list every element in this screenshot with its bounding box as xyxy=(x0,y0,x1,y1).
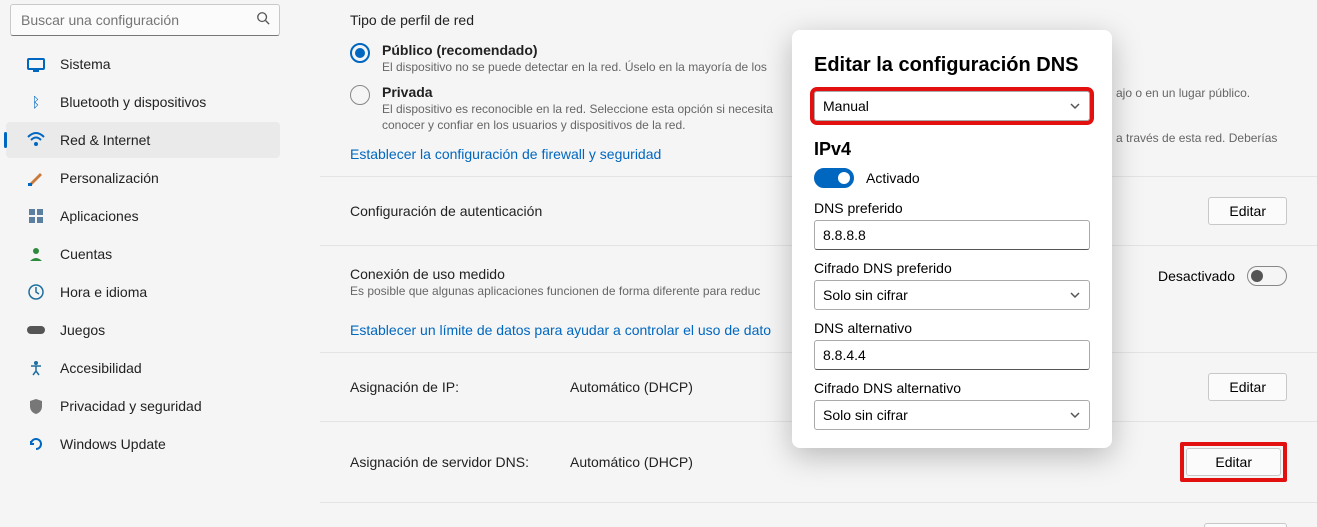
sidebar-item-hora-idioma[interactable]: Hora e idioma xyxy=(6,274,280,310)
chevron-down-icon xyxy=(1069,289,1081,301)
bluetooth-icon: ᛒ xyxy=(26,92,46,112)
dns-edit-highlight: Editar xyxy=(1180,442,1287,482)
nav-label: Privacidad y seguridad xyxy=(60,398,202,414)
nav-label: Bluetooth y dispositivos xyxy=(60,94,206,110)
dns-mode-value: Manual xyxy=(823,98,869,114)
ipv4-header: IPv4 xyxy=(814,139,1090,160)
dns-dialog: Editar la configuración DNS Manual IPv4 … xyxy=(792,30,1112,448)
ipv4-toggle[interactable] xyxy=(814,168,854,188)
alt-enc-value: Solo sin cifrar xyxy=(823,407,908,423)
nav-label: Aplicaciones xyxy=(60,208,139,224)
metered-toggle[interactable] xyxy=(1247,266,1287,286)
nav-label: Windows Update xyxy=(60,436,166,452)
dns-value: Automático (DHCP) xyxy=(570,454,1180,470)
apps-icon xyxy=(26,206,46,226)
brush-icon xyxy=(26,168,46,188)
sidebar-item-sistema[interactable]: Sistema xyxy=(6,46,280,82)
pref-dns-label: DNS preferido xyxy=(814,200,1090,216)
ipv4-state: Activado xyxy=(866,170,920,186)
chevron-down-icon xyxy=(1069,100,1081,112)
alt-dns-input[interactable] xyxy=(814,340,1090,370)
nav-label: Hora e idioma xyxy=(60,284,147,300)
clock-globe-icon xyxy=(26,282,46,302)
sidebar-item-personalizacion[interactable]: Personalización xyxy=(6,160,280,196)
gamepad-icon xyxy=(26,320,46,340)
dns-label: Asignación de servidor DNS: xyxy=(350,454,570,470)
shield-icon xyxy=(26,396,46,416)
sidebar-item-privacidad[interactable]: Privacidad y seguridad xyxy=(6,388,280,424)
radio-private[interactable] xyxy=(350,85,370,105)
sidebar-item-aplicaciones[interactable]: Aplicaciones xyxy=(6,198,280,234)
dns-mode-select[interactable]: Manual xyxy=(814,91,1090,121)
ip-label: Asignación de IP: xyxy=(350,379,570,395)
accessibility-icon xyxy=(26,358,46,378)
search-box[interactable] xyxy=(10,4,280,36)
sidebar-item-red-internet[interactable]: Red & Internet xyxy=(6,122,280,158)
ip-edit-button[interactable]: Editar xyxy=(1208,373,1287,401)
person-icon xyxy=(26,244,46,264)
chevron-down-icon xyxy=(1069,409,1081,421)
pref-enc-select[interactable]: Solo sin cifrar xyxy=(814,280,1090,310)
alt-enc-select[interactable]: Solo sin cifrar xyxy=(814,400,1090,430)
alt-enc-label: Cifrado DNS alternativo xyxy=(814,380,1090,396)
pref-enc-label: Cifrado DNS preferido xyxy=(814,260,1090,276)
sidebar: Sistema ᛒ Bluetooth y dispositivos Red & … xyxy=(0,0,300,527)
speed-copy-button[interactable]: Copiar xyxy=(1204,523,1287,527)
alt-dns-label: DNS alternativo xyxy=(814,320,1090,336)
sidebar-item-juegos[interactable]: Juegos xyxy=(6,312,280,348)
wifi-icon xyxy=(26,130,46,150)
dialog-title: Editar la configuración DNS xyxy=(814,54,1090,77)
nav-label: Cuentas xyxy=(60,246,112,262)
auth-edit-button[interactable]: Editar xyxy=(1208,197,1287,225)
sidebar-item-cuentas[interactable]: Cuentas xyxy=(6,236,280,272)
dns-edit-button[interactable]: Editar xyxy=(1186,448,1281,476)
nav-label: Juegos xyxy=(60,322,105,338)
network-profile-header: Tipo de perfil de red xyxy=(350,12,1287,28)
update-icon xyxy=(26,434,46,454)
nav-label: Accesibilidad xyxy=(60,360,142,376)
sidebar-item-windows-update[interactable]: Windows Update xyxy=(6,426,280,462)
pref-dns-input[interactable] xyxy=(814,220,1090,250)
nav-label: Sistema xyxy=(60,56,111,72)
pref-enc-value: Solo sin cifrar xyxy=(823,287,908,303)
nav-label: Red & Internet xyxy=(60,132,150,148)
display-icon xyxy=(26,54,46,74)
nav-label: Personalización xyxy=(60,170,159,186)
metered-state: Desactivado xyxy=(1158,268,1235,284)
private-desc-overflow: a través de esta red. Deberías xyxy=(1116,131,1277,145)
public-desc-overflow: ajo o en un lugar público. xyxy=(1116,86,1250,100)
radio-public[interactable] xyxy=(350,43,370,63)
nav-list: Sistema ᛒ Bluetooth y dispositivos Red & … xyxy=(0,46,290,462)
search-input[interactable] xyxy=(10,4,280,36)
divider xyxy=(320,502,1317,503)
sidebar-item-bluetooth[interactable]: ᛒ Bluetooth y dispositivos xyxy=(6,84,280,120)
sidebar-item-accesibilidad[interactable]: Accesibilidad xyxy=(6,350,280,386)
